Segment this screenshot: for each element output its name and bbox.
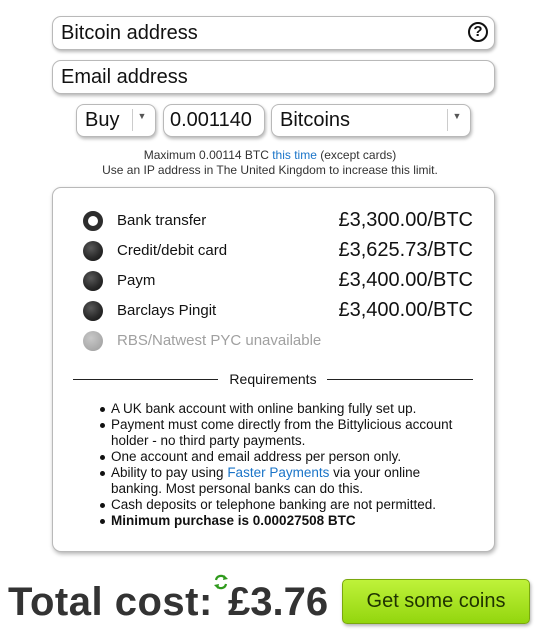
list-item: Ability to pay using Faster Payments via… [98,465,473,497]
total-cost-value: £3.76 [228,580,329,624]
requirements-heading: Requirements [73,371,473,387]
radio-selected-icon[interactable] [83,211,103,231]
list-item: Payment must come directly from the Bitt… [98,417,473,449]
unit-select[interactable]: Bitcoins ▼ [271,104,471,137]
help-icon[interactable]: ? [468,22,488,42]
limit-note-suffix: (except cards) [316,148,397,162]
refresh-icon[interactable] [213,574,229,590]
requirements-list: A UK bank account with online banking fu… [98,401,473,529]
ip-note: Use an IP address in The United Kingdom … [102,163,438,177]
radio-icon[interactable] [83,301,103,321]
payment-panel: Bank transfer £3,300.00/BTC Credit/debit… [52,187,495,552]
list-item: Minimum purchase is 0.00027508 BTC [98,513,473,529]
bitcoin-address-field[interactable]: ? [52,16,495,50]
this-time-link[interactable]: this time [272,148,317,162]
divider [327,379,473,380]
method-label: RBS/Natwest PYC unavailable [117,332,322,349]
method-price: £3,625.73/BTC [338,239,473,261]
bitcoin-address-input[interactable] [53,17,494,49]
method-bank-transfer[interactable]: Bank transfer £3,300.00/BTC [83,209,473,232]
method-price: £3,400.00/BTC [338,269,473,291]
method-label: Paym [117,272,156,289]
total-cost-label: Total cost: [8,580,213,624]
list-item: Cash deposits or telephone banking are n… [98,497,473,513]
list-item-text: Ability to pay using [111,465,228,480]
amount-input[interactable] [164,105,264,136]
email-input[interactable] [53,61,494,93]
action-select[interactable]: Buy ▼ [76,104,156,137]
radio-icon[interactable] [83,241,103,261]
limit-note-text: Maximum 0.00114 BTC [143,148,273,162]
list-item: One account and email address per person… [98,449,473,465]
method-label: Bank transfer [117,212,207,229]
faster-payments-link[interactable]: Faster Payments [227,465,329,480]
method-price: £3,300.00/BTC [338,209,473,231]
method-paym[interactable]: Paym £3,400.00/BTC [83,269,473,292]
amount-field[interactable] [163,104,265,137]
method-rbs-natwest-pyc: RBS/Natwest PYC unavailable [83,330,473,352]
get-some-coins-button[interactable]: Get some coins [342,579,530,624]
radio-disabled-icon [83,331,103,351]
method-label: Credit/debit card [117,242,228,259]
method-label: Barclays Pingit [117,302,217,319]
list-item: A UK bank account with online banking fu… [98,401,473,417]
radio-icon[interactable] [83,271,103,291]
method-credit-debit-card[interactable]: Credit/debit card £3,625.73/BTC [83,239,473,262]
email-field[interactable] [52,60,495,94]
action-select-value: Buy [85,109,120,131]
limit-note: Maximum 0.00114 BTC this time (except ca… [0,148,540,162]
unit-select-value: Bitcoins [280,109,351,131]
chevron-down-icon: ▼ [447,109,466,131]
method-barclays-pingit[interactable]: Barclays Pingit £3,400.00/BTC [83,299,473,322]
chevron-down-icon: ▼ [132,109,151,131]
method-price: £3,400.00/BTC [338,299,473,321]
